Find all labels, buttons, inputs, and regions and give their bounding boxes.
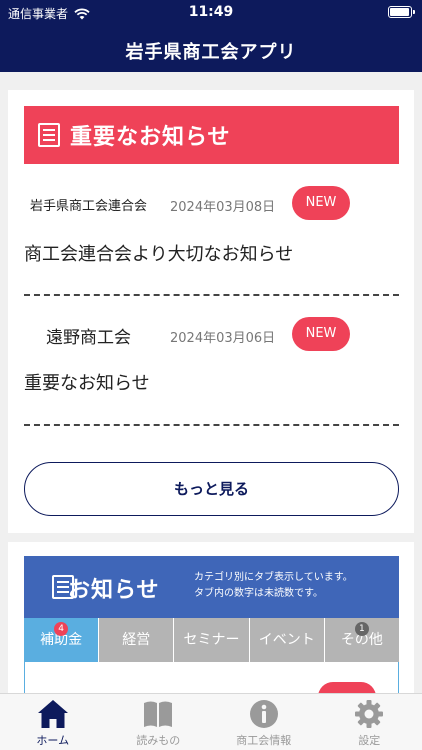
divider (24, 294, 399, 296)
important-card: 重要なお知らせ 岩手県商工会連合会 2024年03月08日 NEW 商工会連合会… (8, 90, 414, 533)
category-tabs: 4 補助金 経営 セミナー イベント 1 その他 (24, 618, 400, 662)
important-item[interactable]: 岩手県商工会連合会 2024年03月08日 NEW 商工会連合会より大切なお知ら… (24, 186, 399, 296)
tab-label: イベント (258, 632, 315, 648)
tabbar-label: ホーム (36, 734, 70, 747)
document-icon (38, 123, 60, 147)
tab-seminar[interactable]: セミナー (173, 618, 249, 662)
home-scroll-area[interactable]: 重要なお知らせ 岩手県商工会連合会 2024年03月08日 NEW 商工会連合会… (0, 72, 422, 693)
divider (24, 424, 399, 426)
status-bar: 通信事業者 11:49 (0, 0, 422, 26)
bottom-tab-bar: ホーム 読みもの 商工会情報 設定 (0, 693, 422, 750)
tabbar-label: 商工会情報 (236, 734, 292, 747)
tabbar-item-info[interactable]: 商工会情報 (211, 694, 317, 750)
tab-subsidy[interactable]: 4 補助金 (24, 618, 99, 662)
notices-description-line: タブ内の数字は未読数です。 (194, 588, 323, 599)
notices-title: お知らせ (68, 578, 160, 603)
important-item[interactable]: 遠野商工会 2024年03月06日 NEW 重要なお知らせ (24, 317, 399, 427)
new-badge: NEW (292, 186, 350, 220)
book-icon (144, 701, 173, 727)
tab-event[interactable]: イベント (248, 618, 324, 662)
status-time: 11:49 (188, 4, 234, 20)
item-org: 岩手県商工会連合会 (30, 199, 148, 214)
tabbar-label: 読みもの (136, 734, 181, 747)
home-icon (37, 700, 68, 728)
notices-card: お知らせ カテゴリ別にタブ表示しています。 タブ内の数字は未読数です。 4 補助… (8, 542, 414, 693)
tab-label: セミナー (183, 632, 240, 648)
info-icon (249, 700, 278, 728)
item-title: 商工会連合会より大切なお知らせ (24, 244, 294, 265)
tab-label: 経営 (122, 632, 151, 648)
item-org: 遠野商工会 (46, 328, 131, 348)
notices-description: カテゴリ別にタブ表示しています。 タブ内の数字は未読数です。 (194, 570, 353, 602)
unread-count-badge: 4 (54, 622, 69, 636)
notices-header: お知らせ カテゴリ別にタブ表示しています。 タブ内の数字は未読数です。 (24, 556, 399, 618)
tab-management[interactable]: 経営 (98, 618, 174, 662)
item-date: 2024年03月06日 (170, 331, 276, 346)
important-title: 重要なお知らせ (70, 125, 231, 150)
item-meta: 遠野商工会 2024年03月06日 NEW (24, 317, 399, 353)
new-badge (318, 682, 376, 693)
more-button[interactable]: もっと見る (24, 462, 399, 516)
tabbar-item-reading[interactable]: 読みもの (106, 694, 212, 750)
tabbar-item-settings[interactable]: 設定 (317, 694, 422, 750)
item-date: 2024年03月08日 (170, 200, 276, 215)
tabbar-label: 設定 (358, 734, 381, 747)
tab-panel (24, 662, 399, 693)
tabbar-item-home[interactable]: ホーム (0, 694, 106, 750)
app-header: 通信事業者 11:49 岩手県商工会アプリ (0, 0, 422, 72)
gear-icon (355, 700, 384, 728)
notices-description-line: カテゴリ別にタブ表示しています。 (194, 572, 353, 583)
battery-icon (388, 6, 415, 18)
app-title: 岩手県商工会アプリ (125, 42, 297, 63)
new-badge: NEW (292, 317, 350, 351)
important-header: 重要なお知らせ (24, 106, 399, 164)
item-meta: 岩手県商工会連合会 2024年03月08日 NEW (24, 186, 399, 222)
item-title: 重要なお知らせ (24, 373, 150, 394)
tab-other[interactable]: 1 その他 (323, 618, 400, 662)
unread-count-badge: 1 (354, 622, 369, 636)
